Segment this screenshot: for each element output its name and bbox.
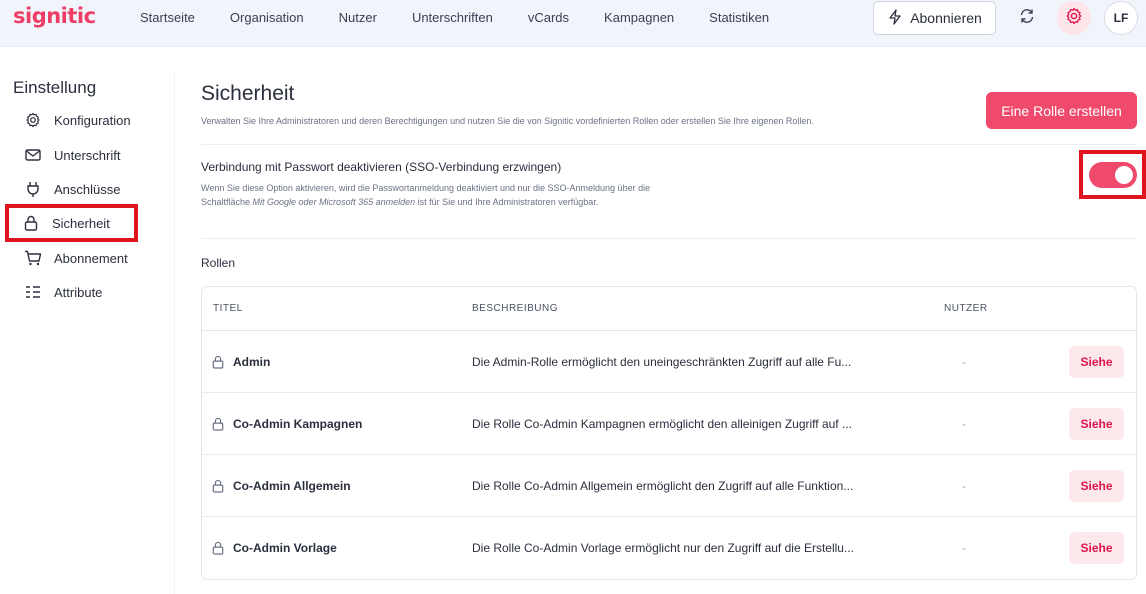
nav-item-kampagnen[interactable]: Kampagnen [604, 10, 674, 25]
nav-item-nutzer[interactable]: Nutzer [339, 10, 377, 25]
lock-icon [212, 479, 224, 498]
column-header-description: BESCHREIBUNG [472, 303, 559, 314]
sidebar-item-label: Unterschrift [54, 147, 121, 163]
role-title: Co-Admin Vorlage [233, 541, 337, 555]
sso-setting-title: Verbindung mit Passwort deaktivieren (SS… [201, 160, 562, 174]
sidebar-item-label: Abonnement [54, 250, 128, 266]
role-title: Admin [233, 355, 271, 369]
refresh-icon [1018, 7, 1036, 30]
sidebar-item-label: Sicherheit [52, 215, 110, 231]
lock-icon [212, 355, 224, 374]
gear-icon [23, 110, 43, 130]
sidebar-item-anschluesse[interactable]: Anschlüsse [9, 173, 135, 205]
column-header-users: NUTZER [944, 303, 988, 314]
table-row: Co-Admin Allgemein Die Rolle Co-Admin Al… [202, 455, 1136, 517]
sso-toggle-highlight [1079, 150, 1146, 199]
sidebar-item-unterschrift[interactable]: Unterschrift [9, 139, 135, 171]
nav-item-startseite[interactable]: Startseite [140, 10, 195, 25]
lock-icon [212, 541, 224, 560]
gear-icon [1065, 7, 1083, 30]
sidebar-item-label: Attribute [54, 284, 103, 300]
lock-icon [212, 417, 224, 436]
roles-table: TITEL BESCHREIBUNG NUTZER Admin Die Admi… [201, 286, 1137, 580]
subscribe-button[interactable]: Abonnieren [873, 1, 996, 35]
role-title: Co-Admin Allgemein [233, 479, 351, 493]
role-description: Die Rolle Co-Admin Allgemein ermöglicht … [472, 479, 854, 493]
table-row: Admin Die Admin-Rolle ermöglicht den une… [202, 331, 1136, 393]
role-users: - [962, 355, 966, 369]
nav-item-organisation[interactable]: Organisation [230, 10, 304, 25]
main-nav: Startseite Organisation Nutzer Unterschr… [140, 10, 804, 25]
view-role-button[interactable]: Siehe [1069, 532, 1124, 564]
refresh-button[interactable] [1010, 1, 1044, 35]
top-navigation-bar: signitic Startseite Organisation Nutzer … [0, 0, 1146, 47]
sso-desc-text-end: ist für Sie und Ihre Administratoren ver… [415, 197, 599, 207]
sidebar-item-konfiguration[interactable]: Konfiguration [9, 104, 135, 136]
role-description: Die Rolle Co-Admin Kampagnen ermöglicht … [472, 417, 852, 431]
view-role-button[interactable]: Siehe [1069, 470, 1124, 502]
role-description: Die Admin-Rolle ermöglicht den uneingesc… [472, 355, 852, 369]
role-users: - [962, 479, 966, 493]
column-header-title: TITEL [213, 303, 243, 314]
role-users: - [962, 417, 966, 431]
roles-section-label: Rollen [201, 256, 236, 270]
sso-desc-italic: Mit Google oder Microsoft 365 anmelden [252, 197, 416, 207]
create-role-button[interactable]: Eine Rolle erstellen [986, 92, 1137, 129]
view-role-button[interactable]: Siehe [1069, 346, 1124, 378]
sidebar-item-sicherheit[interactable]: Sicherheit [5, 204, 138, 242]
lock-icon [21, 213, 41, 233]
sidebar-item-attribute[interactable]: Attribute [9, 276, 135, 308]
page-title: Sicherheit [201, 82, 295, 105]
envelope-icon [23, 145, 43, 165]
role-users: - [962, 541, 966, 555]
sso-setting-description: Wenn Sie diese Option aktivieren, wird d… [201, 181, 656, 209]
page-description: Verwalten Sie Ihre Administratoren und d… [201, 116, 814, 126]
sidebar-divider [174, 72, 175, 594]
lightning-icon [887, 8, 910, 28]
nav-item-vcards[interactable]: vCards [528, 10, 569, 25]
divider [201, 144, 1136, 145]
table-row: Co-Admin Kampagnen Die Rolle Co-Admin Ka… [202, 393, 1136, 455]
sidebar-item-label: Anschlüsse [54, 181, 121, 197]
plug-icon [23, 179, 43, 199]
toggle-knob [1115, 166, 1133, 184]
nav-item-statistiken[interactable]: Statistiken [709, 10, 769, 25]
subscribe-label: Abonnieren [910, 10, 982, 26]
sidebar-item-label: Konfiguration [54, 112, 131, 128]
table-header: TITEL BESCHREIBUNG NUTZER [202, 287, 1136, 331]
role-title: Co-Admin Kampagnen [233, 417, 363, 431]
sidebar-item-abonnement[interactable]: Abonnement [9, 242, 135, 274]
sso-toggle[interactable] [1089, 162, 1137, 188]
signitic-logo[interactable]: signitic [13, 4, 96, 28]
view-role-button[interactable]: Siehe [1069, 408, 1124, 440]
cart-icon [23, 248, 43, 268]
sidebar-title: Einstellung [13, 78, 97, 97]
table-row: Co-Admin Vorlage Die Rolle Co-Admin Vorl… [202, 517, 1136, 579]
user-avatar[interactable]: LF [1104, 1, 1138, 35]
divider [201, 238, 1136, 239]
list-icon [23, 282, 43, 302]
role-description: Die Rolle Co-Admin Vorlage ermöglicht nu… [472, 541, 854, 555]
nav-item-unterschriften[interactable]: Unterschriften [412, 10, 493, 25]
settings-button[interactable] [1057, 1, 1091, 35]
